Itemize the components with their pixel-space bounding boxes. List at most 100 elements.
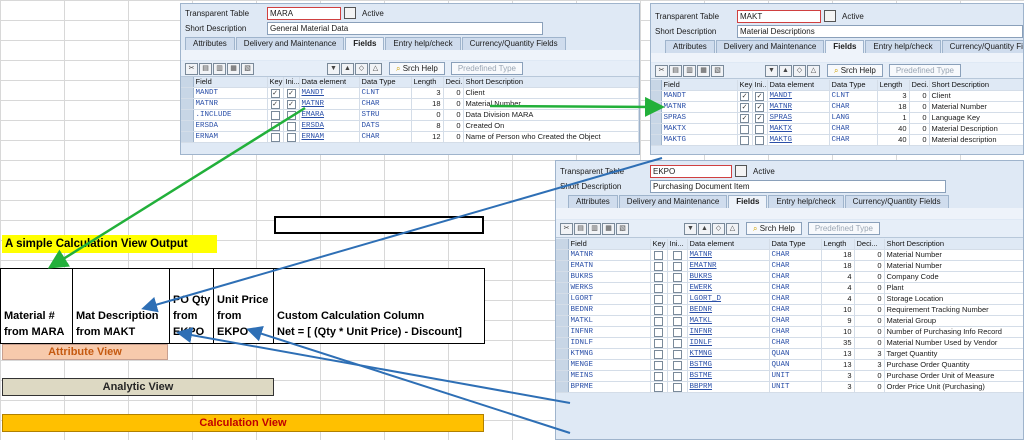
select-all-cell[interactable] — [556, 239, 569, 250]
checkbox-icon[interactable] — [740, 124, 749, 134]
col-mat-description[interactable]: Mat Description from MAKT — [72, 268, 170, 344]
initial-values-checkbox[interactable]: ✓ — [752, 90, 768, 102]
key-checkbox[interactable] — [650, 249, 668, 261]
key-checkbox[interactable] — [650, 282, 668, 294]
checkbox-icon[interactable]: ✓ — [286, 99, 296, 109]
data-element[interactable]: KTMNG — [687, 348, 770, 360]
column-header[interactable]: Field — [193, 77, 268, 88]
table-row[interactable]: MAKTG MAKTG CHAR 40 0 Material description — [651, 134, 1023, 146]
row-selector[interactable] — [556, 293, 569, 305]
initial-values-checkbox[interactable] — [667, 337, 688, 349]
row-selector[interactable] — [556, 370, 569, 382]
checkbox-icon[interactable] — [270, 132, 280, 142]
key-checkbox[interactable] — [650, 293, 668, 305]
key-checkbox[interactable]: ✓ — [267, 87, 284, 99]
table-row[interactable]: SPRAS ✓ ✓ SPRAS LANG 1 0 Language Key — [651, 112, 1023, 124]
checkbox-icon[interactable] — [672, 382, 682, 392]
column-header[interactable]: Deci... — [854, 239, 885, 250]
select-all-cell[interactable] — [181, 77, 194, 88]
data-element[interactable]: MATNR — [299, 98, 360, 110]
initial-values-checkbox[interactable] — [667, 326, 688, 338]
column-header[interactable]: Deci... — [443, 77, 464, 88]
checkbox-icon[interactable]: ✓ — [270, 99, 280, 109]
tab-entry-help[interactable]: Entry help/check — [768, 195, 844, 208]
checkbox-icon[interactable] — [672, 272, 682, 282]
hierarchy-icon[interactable]: △ — [807, 64, 820, 77]
initial-values-checkbox[interactable]: ✓ — [752, 112, 768, 124]
table-name-field[interactable]: MAKT — [737, 9, 821, 23]
tab-attributes[interactable]: Attributes — [185, 37, 235, 50]
col-unit-price[interactable]: Unit Price from EKPO — [213, 268, 274, 344]
checkbox-icon[interactable] — [654, 382, 663, 392]
checkbox-icon[interactable] — [672, 294, 682, 304]
hierarchy-icon[interactable]: △ — [726, 222, 739, 235]
search-help-button[interactable]: ⌕ Srch Help — [827, 64, 883, 77]
key-checkbox[interactable]: ✓ — [737, 112, 753, 124]
checkbox-icon[interactable] — [672, 360, 682, 370]
cut-icon[interactable]: ✂ — [655, 64, 668, 77]
data-element[interactable]: BSTMG — [687, 359, 770, 371]
column-header[interactable]: Key — [737, 80, 753, 91]
column-header[interactable]: Length — [411, 77, 444, 88]
table-row[interactable]: MEINS BSTME UNIT 3 0 Purchase Order Unit of M… — [556, 370, 1023, 382]
checkbox-icon[interactable] — [270, 110, 280, 120]
display-object-icon[interactable] — [735, 165, 747, 177]
checkbox-icon[interactable] — [654, 371, 663, 381]
row-selector[interactable] — [181, 109, 194, 121]
data-element[interactable]: MAKTG — [767, 134, 830, 146]
initial-values-checkbox[interactable]: ✓ — [283, 87, 300, 99]
copy-icon[interactable]: ▤ — [199, 62, 212, 75]
column-header[interactable]: Data element — [687, 239, 770, 250]
row-selector[interactable] — [556, 337, 569, 349]
key-checkbox[interactable] — [650, 304, 668, 316]
table-row[interactable]: MATNR ✓ ✓ MATNR CHAR 18 0 Material Number — [181, 98, 639, 110]
data-element[interactable]: INFNR — [687, 326, 770, 338]
display-object-icon[interactable] — [824, 10, 836, 22]
column-header[interactable]: Ini... — [752, 80, 768, 91]
copy-icon[interactable]: ▤ — [669, 64, 682, 77]
checkbox-icon[interactable] — [654, 261, 663, 271]
row-selector[interactable] — [651, 90, 662, 102]
row-selector[interactable] — [181, 98, 194, 110]
tab-delivery-maintenance[interactable]: Delivery and Maintenance — [715, 40, 825, 53]
display-object-icon[interactable] — [344, 7, 356, 19]
data-element[interactable]: MANDT — [299, 87, 360, 99]
delete-row-icon[interactable]: ▧ — [616, 222, 629, 235]
checkbox-icon[interactable] — [286, 110, 296, 120]
initial-values-checkbox[interactable] — [667, 249, 688, 261]
tab-delivery-maintenance[interactable]: Delivery and Maintenance — [618, 195, 728, 208]
row-selector[interactable] — [556, 260, 569, 272]
short-description-field[interactable]: Purchasing Document Item — [650, 179, 946, 193]
row-selector[interactable] — [556, 304, 569, 316]
data-element[interactable]: BUKRS — [687, 271, 770, 283]
filter-icon[interactable]: ▼ — [765, 64, 778, 77]
data-element[interactable]: BSTME — [687, 370, 770, 382]
key-checkbox[interactable] — [737, 134, 753, 146]
delete-row-icon[interactable]: ▧ — [241, 62, 254, 75]
column-header[interactable]: Short Description — [884, 239, 1023, 250]
tree-icon[interactable]: ◇ — [355, 62, 368, 75]
paste-icon[interactable]: ▥ — [683, 64, 696, 77]
checkbox-icon[interactable] — [654, 283, 663, 293]
table-row[interactable]: BUKRS BUKRS CHAR 4 0 Company Code — [556, 271, 1023, 283]
tab-fields[interactable]: Fields — [825, 40, 865, 53]
table-row[interactable]: IDNLF IDNLF CHAR 35 0 Material Number Used by… — [556, 337, 1023, 349]
table-row[interactable]: BEDNR BEDNR CHAR 10 0 Requirement Tracking Nu… — [556, 304, 1023, 316]
search-help-button[interactable]: ⌕ Srch Help — [746, 222, 802, 235]
data-element[interactable]: MATNR — [767, 101, 830, 113]
checkbox-icon[interactable] — [672, 261, 682, 271]
row-selector[interactable] — [651, 134, 662, 146]
checkbox-icon[interactable]: ✓ — [755, 102, 764, 112]
data-element[interactable]: BBPRM — [687, 381, 770, 393]
checkbox-icon[interactable]: ✓ — [740, 91, 749, 101]
column-header[interactable]: Ini... — [667, 239, 688, 250]
table-row[interactable]: KTMNG KTMNG QUAN 13 3 Target Quantity — [556, 348, 1023, 360]
checkbox-icon[interactable] — [654, 349, 663, 359]
tab-fields[interactable]: Fields — [728, 195, 768, 208]
checkbox-icon[interactable]: ✓ — [755, 91, 764, 101]
initial-values-checkbox[interactable] — [667, 315, 688, 327]
column-header[interactable]: Data element — [299, 77, 360, 88]
column-header[interactable]: Field — [568, 239, 651, 250]
data-element[interactable]: EMATNR — [687, 260, 770, 272]
column-header[interactable]: Ini... — [283, 77, 300, 88]
